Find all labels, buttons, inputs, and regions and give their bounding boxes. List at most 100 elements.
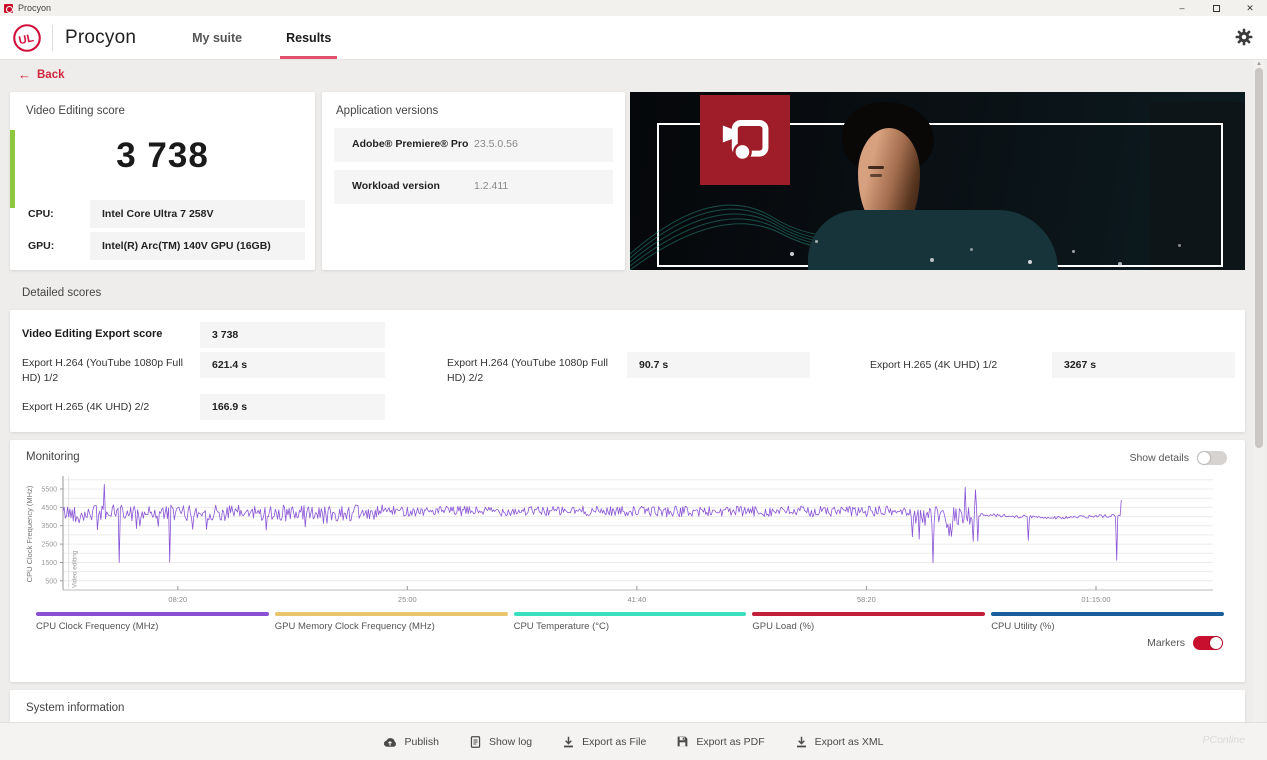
cpu-label: CPU: — [28, 208, 54, 220]
legend-item[interactable]: GPU Memory Clock Frequency (MHz) — [274, 612, 508, 632]
score-value: 3 738 — [116, 136, 209, 175]
tab-my-suite[interactable]: My suite — [170, 16, 264, 59]
markers-control[interactable]: Markers — [1147, 636, 1223, 650]
svg-text:500: 500 — [45, 578, 57, 585]
settings-button[interactable] — [1235, 28, 1255, 48]
h265-2-value: 166.9 s — [200, 394, 385, 420]
bokeh-dot — [1072, 250, 1075, 253]
show-log-button[interactable]: Show log — [469, 735, 532, 749]
svg-text:UL: UL — [18, 32, 35, 47]
export-as-file-button[interactable]: Export as File — [562, 735, 646, 749]
h265-1-label: Export H.265 (4K UHD) 1/2 — [870, 359, 998, 371]
download-icon — [564, 736, 574, 747]
legend-label: CPU Temperature (°C) — [513, 621, 610, 632]
bokeh-dot — [790, 252, 794, 256]
back-arrow-icon: ← — [18, 67, 31, 82]
scroll-up-icon[interactable]: ▲ — [1256, 61, 1262, 67]
svg-text:CPU Clock Frequency (MHz): CPU Clock Frequency (MHz) — [25, 485, 34, 582]
show-details-label: Show details — [1129, 452, 1189, 464]
ul-logo-icon: UL — [13, 23, 41, 52]
window-titlebar: Procyon – ✕ — [0, 0, 1267, 16]
svg-text:1500: 1500 — [41, 560, 57, 567]
svg-text:58:20: 58:20 — [857, 595, 876, 604]
publish-button[interactable]: Publish — [383, 735, 439, 748]
premiere-version-row: Adobe® Premiere® Pro 23.5.0.56 — [334, 128, 613, 162]
system-information-title: System information — [26, 702, 125, 714]
hero-person-detail — [868, 166, 884, 169]
gear-icon — [1235, 28, 1253, 46]
svg-text:2500: 2500 — [41, 542, 57, 549]
bokeh-dot — [1178, 244, 1181, 247]
footer-toolbar: Publish Show log Export as File Export a… — [0, 722, 1267, 760]
legend-item[interactable]: GPU Load (%) — [752, 612, 986, 632]
h264-1-value: 621.4 s — [200, 352, 385, 378]
gpu-label: GPU: — [28, 240, 55, 252]
export-as-pdf-button[interactable]: Export as PDF — [676, 735, 765, 748]
svg-text:41:40: 41:40 — [628, 595, 647, 604]
legend-color-bar — [991, 612, 1224, 616]
versions-card-title: Application versions — [336, 105, 439, 117]
bokeh-dot — [970, 248, 973, 251]
monitoring-title: Monitoring — [26, 451, 80, 463]
watermark: PConline — [1202, 734, 1245, 746]
app-icon — [4, 3, 13, 13]
h264-1-label: Export H.264 (YouTube 1080p Full HD) 1/2 — [22, 357, 183, 385]
show-details-control[interactable]: Show details — [1129, 451, 1227, 465]
workload-version: 1.2.411 — [474, 180, 509, 192]
export-pdf-label: Export as PDF — [696, 735, 765, 748]
markers-label: Markers — [1147, 637, 1185, 649]
bokeh-dot — [1028, 260, 1032, 264]
svg-text:25:00: 25:00 — [398, 595, 417, 604]
legend-label: GPU Load (%) — [752, 621, 815, 632]
cloud-upload-icon — [384, 738, 397, 747]
tab-results[interactable]: Results — [264, 16, 353, 59]
download-icon — [796, 736, 806, 747]
legend-label: CPU Clock Frequency (MHz) — [36, 621, 159, 632]
video-editing-badge — [700, 95, 790, 185]
h264-2-value: 90.7 s — [627, 352, 810, 378]
premiere-version: 23.5.0.56 — [474, 138, 518, 150]
legend-item[interactable]: CPU Clock Frequency (MHz) — [36, 612, 269, 632]
show-details-toggle[interactable] — [1197, 451, 1227, 465]
legend-color-bar — [513, 612, 747, 616]
legend-item[interactable]: CPU Utility (%) — [991, 612, 1224, 632]
close-button[interactable]: ✕ — [1233, 0, 1267, 16]
premiere-label: Adobe® Premiere® Pro — [352, 138, 469, 150]
legend-label: GPU Memory Clock Frequency (MHz) — [274, 621, 435, 632]
legend-label: CPU Utility (%) — [991, 621, 1055, 632]
maximize-button[interactable] — [1199, 0, 1233, 16]
scrollbar-thumb[interactable] — [1255, 68, 1263, 448]
publish-label: Publish — [404, 735, 439, 748]
minimize-button[interactable]: – — [1165, 0, 1199, 16]
svg-text:3500: 3500 — [41, 523, 57, 530]
export-as-xml-button[interactable]: Export as XML — [795, 735, 884, 749]
video-camera-icon — [722, 119, 769, 162]
divider — [52, 24, 53, 51]
back-button[interactable]: ← Back — [18, 67, 65, 82]
brand-name: Procyon — [65, 26, 137, 48]
svg-text:01:15:00: 01:15:00 — [1081, 595, 1110, 604]
workload-version-row: Workload version 1.2.411 — [334, 170, 613, 204]
cpu-value: Intel Core Ultra 7 258V — [90, 200, 305, 228]
gpu-value: Intel(R) Arc(TM) 140V GPU (16GB) — [90, 232, 305, 260]
procyon-app: Procyon – ✕ UL Procyon My suite Results — [0, 0, 1267, 760]
svg-text:5500: 5500 — [41, 487, 57, 494]
export-file-label: Export as File — [582, 735, 647, 748]
app-header: UL Procyon My suite Results — [0, 16, 1267, 60]
bokeh-dot — [815, 240, 818, 243]
legend-item[interactable]: CPU Temperature (°C) — [513, 612, 747, 632]
monitoring-chart: 500 1500 2500 3500 4500 5500 CPU Clock Frequen… — [22, 468, 1235, 608]
legend-color-bar — [752, 612, 986, 616]
vertical-scrollbar[interactable]: ▲ — [1253, 60, 1265, 722]
export-score-label: Video Editing Export score — [22, 328, 163, 340]
cpu-row: CPU: Intel Core Ultra 7 258V — [10, 200, 315, 228]
detailed-scores-title: Detailed scores — [22, 287, 102, 299]
h264-2-label: Export H.264 (YouTube 1080p Full HD) 2/2 — [447, 357, 608, 385]
hero-image — [630, 92, 1245, 270]
legend-color-bar — [274, 612, 508, 616]
svg-text:Video editing: Video editing — [72, 550, 79, 588]
markers-toggle[interactable] — [1193, 636, 1223, 650]
detailed-scores-card: Video Editing Export score 3 738 Export … — [10, 310, 1245, 432]
svg-text:4500: 4500 — [41, 505, 57, 512]
svg-text:08:20: 08:20 — [168, 595, 187, 604]
